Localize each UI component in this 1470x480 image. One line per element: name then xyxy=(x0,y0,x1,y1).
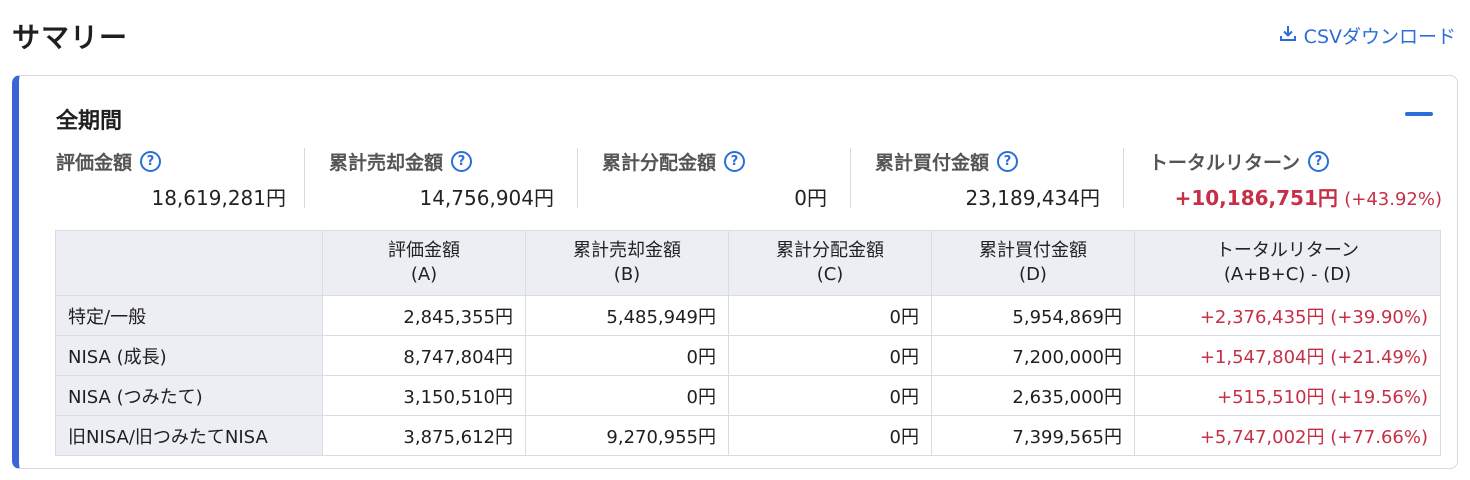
row-label: 特定/一般 xyxy=(55,295,323,336)
cell-a: 2,845,355円 xyxy=(322,295,526,336)
metric-value: 14,756,904円 xyxy=(419,186,554,210)
row-label: 旧NISA/旧つみたてNISA xyxy=(55,415,323,456)
metric-label: 累計売却金額 xyxy=(329,152,444,174)
table-header-row: 評価金額 (A) 累計売却金額 (B) 累計分配金額 (C) 累計買付金額 (D) トー… xyxy=(55,230,1441,296)
row-label: NISA (成長) xyxy=(55,335,323,376)
cell-b: 9,270,955円 xyxy=(525,415,729,456)
metric-label: 累計分配金額 xyxy=(602,152,717,174)
cell-b: 5,485,949円 xyxy=(525,295,729,336)
metric-label: 評価金額 xyxy=(56,152,133,174)
total-return-pct: (+43.92%) xyxy=(1344,189,1442,210)
cell-a: 3,875,612円 xyxy=(322,415,526,456)
csv-download-label: CSVダウンロード xyxy=(1303,26,1456,48)
breakdown-table: 評価金額 (A) 累計売却金額 (B) 累計分配金額 (C) 累計買付金額 (D) トー… xyxy=(55,230,1441,456)
cell-c: 0円 xyxy=(728,335,932,376)
table-row: NISA (つみたて) 3,150,510円 0円 0円 2,635,000円 … xyxy=(55,375,1441,416)
divider xyxy=(304,148,305,208)
download-icon xyxy=(1278,23,1298,48)
cell-d: 2,635,000円 xyxy=(931,375,1135,416)
table-header-d: 累計買付金額 (D) xyxy=(931,230,1135,296)
cell-a: 3,150,510円 xyxy=(322,375,526,416)
cell-total: +515,510円 (+19.56%) xyxy=(1134,375,1441,416)
divider xyxy=(850,148,851,208)
csv-download-link[interactable]: CSVダウンロード xyxy=(1278,22,1456,49)
cell-c: 0円 xyxy=(728,375,932,416)
total-return-value: +10,186,751円 xyxy=(1174,186,1338,210)
table-header-total: トータルリターン (A+B+C) - (D) xyxy=(1134,230,1441,296)
help-icon[interactable]: ? xyxy=(724,151,746,172)
cell-d: 7,200,000円 xyxy=(931,335,1135,376)
cell-total: +2,376,435円 (+39.90%) xyxy=(1134,295,1441,336)
metric-value: +10,186,751円 (+43.92%) xyxy=(1175,182,1442,211)
table-row: 旧NISA/旧つみたてNISA 3,875,612円 9,270,955円 0円… xyxy=(55,415,1441,456)
metric-value: 23,189,434円 xyxy=(965,186,1100,210)
help-icon[interactable]: ? xyxy=(997,151,1019,172)
table-header-b: 累計売却金額 (B) xyxy=(525,230,729,296)
cell-c: 0円 xyxy=(728,415,932,456)
divider xyxy=(577,148,578,208)
metric-label: 累計買付金額 xyxy=(875,152,990,174)
cell-b: 0円 xyxy=(525,335,729,376)
card-title: 全期間 xyxy=(56,109,123,134)
cell-total: +5,747,002円 (+77.66%) xyxy=(1134,415,1441,456)
cell-d: 7,399,565円 xyxy=(931,415,1135,456)
metric-sold: 累計売却金額? 14,756,904円 xyxy=(329,148,554,210)
summary-card: 全期間 評価金額? 18,619,281円 累計売却金額? 14,756,904… xyxy=(12,75,1458,469)
metric-valuation: 評価金額? 18,619,281円 xyxy=(56,148,286,210)
table-row: 特定/一般 2,845,355円 5,485,949円 0円 5,954,869… xyxy=(55,295,1441,336)
metric-total-return: トータルリターン? +10,186,751円 (+43.92%) xyxy=(1149,148,1442,210)
metric-value: 0円 xyxy=(794,186,827,210)
metric-value: 18,619,281円 xyxy=(151,186,286,210)
page-title: サマリー xyxy=(12,21,129,54)
row-label: NISA (つみたて) xyxy=(55,375,323,416)
table-row: NISA (成長) 8,747,804円 0円 0円 7,200,000円 +1… xyxy=(55,335,1441,376)
table-header-blank xyxy=(55,230,323,296)
cell-c: 0円 xyxy=(728,295,932,336)
collapse-icon[interactable] xyxy=(1405,112,1433,116)
metric-distribution: 累計分配金額? 0円 xyxy=(602,148,827,210)
help-icon[interactable]: ? xyxy=(1308,151,1330,172)
help-icon[interactable]: ? xyxy=(451,151,473,172)
table-header-c: 累計分配金額 (C) xyxy=(728,230,932,296)
metric-label: トータルリターン xyxy=(1149,152,1301,174)
cell-d: 5,954,869円 xyxy=(931,295,1135,336)
divider xyxy=(1123,148,1124,208)
cell-a: 8,747,804円 xyxy=(322,335,526,376)
metric-purchased: 累計買付金額? 23,189,434円 xyxy=(875,148,1100,210)
cell-total: +1,547,804円 (+21.49%) xyxy=(1134,335,1441,376)
cell-b: 0円 xyxy=(525,375,729,416)
table-header-a: 評価金額 (A) xyxy=(322,230,526,296)
help-icon[interactable]: ? xyxy=(140,151,162,172)
